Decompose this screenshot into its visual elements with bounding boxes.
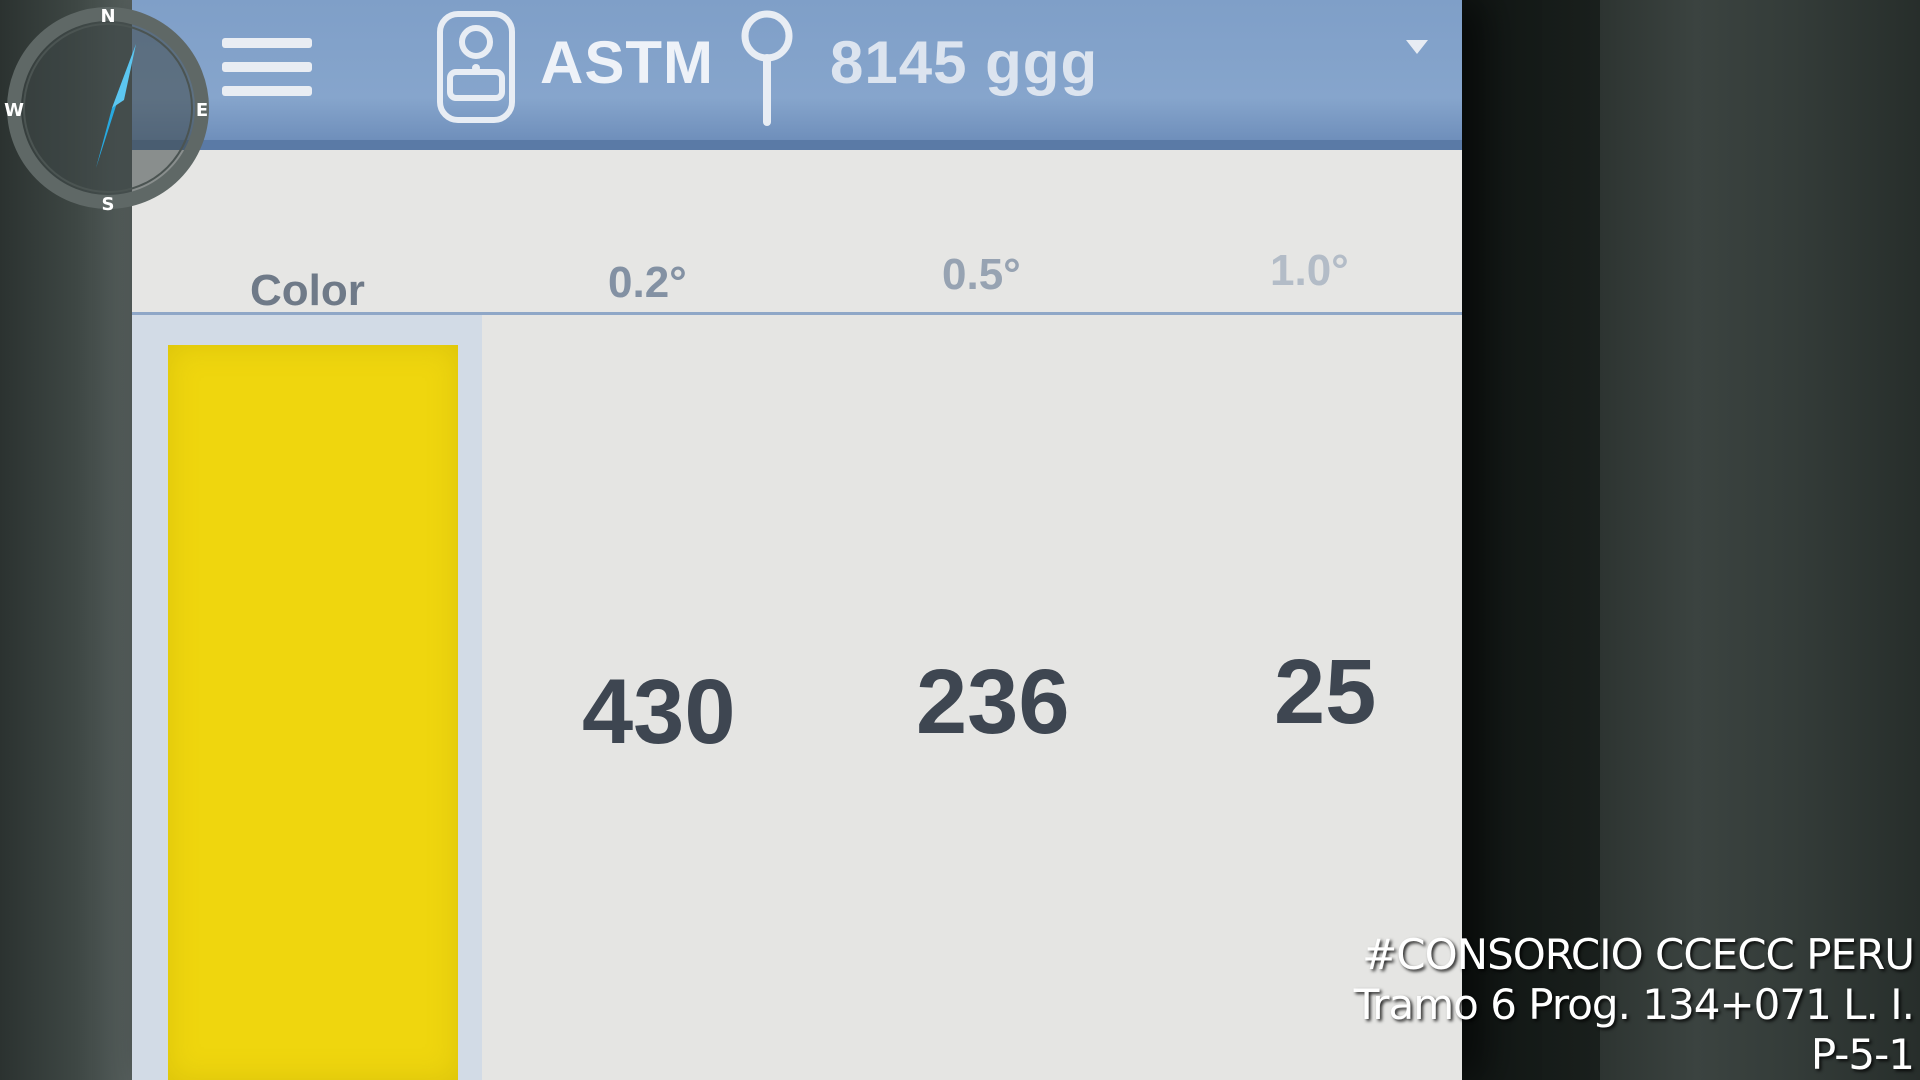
- watermark: #CONSORCIO CCECC PERU Tramo 6 Prog. 134+…: [1353, 930, 1915, 1080]
- device-screen: ASTM 8145 ggg Color 0.2° 0.5° 1.0° 430 2…: [132, 0, 1462, 1080]
- column-header-0-5: 0.5°: [942, 250, 1021, 299]
- compass-west: W: [4, 100, 24, 121]
- color-cell: [132, 315, 482, 1080]
- standard-label[interactable]: ASTM: [540, 28, 714, 97]
- location-label[interactable]: 8145 ggg: [830, 28, 1098, 97]
- value-0-2: 430: [582, 661, 736, 763]
- watermark-line-3: P-5-1: [1810, 1030, 1915, 1079]
- value-1-0: 25: [1274, 641, 1377, 743]
- compass-east: E: [196, 100, 208, 121]
- app-header: ASTM 8145 ggg: [132, 0, 1462, 150]
- device-icon: [437, 11, 515, 123]
- column-header-1-0: 1.0°: [1270, 246, 1349, 295]
- column-header-color: Color: [250, 266, 365, 315]
- watermark-line-2: Tramo 6 Prog. 134+071 L. I.: [1353, 980, 1915, 1029]
- device-bezel-right: [1600, 0, 1920, 1080]
- compass-south: S: [102, 194, 115, 215]
- menu-icon[interactable]: [222, 38, 312, 102]
- value-0-5: 236: [916, 651, 1070, 753]
- dropdown-icon[interactable]: [1406, 40, 1428, 54]
- location-pin-icon: [741, 10, 793, 126]
- table-header: Color 0.2° 0.5° 1.0°: [132, 150, 1462, 315]
- compass-icon: N S E W: [4, 6, 209, 215]
- table-row[interactable]: 430 236 25: [132, 315, 1462, 1080]
- watermark-line-1: #CONSORCIO CCECC PERU: [1362, 930, 1915, 979]
- compass-north: N: [100, 6, 115, 27]
- color-swatch: [168, 345, 458, 1080]
- photo-frame: ASTM 8145 ggg Color 0.2° 0.5° 1.0° 430 2…: [0, 0, 1920, 1080]
- column-header-0-2: 0.2°: [608, 258, 687, 307]
